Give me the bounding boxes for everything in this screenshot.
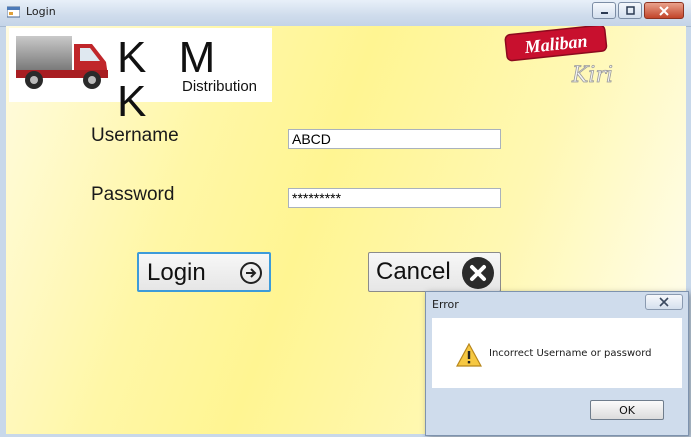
maliban-logo-graphic: Maliban Kiri xyxy=(504,24,613,88)
dialog-title: Error xyxy=(432,298,459,311)
dialog-message: Incorrect Username or password xyxy=(489,348,652,359)
dialog-close-button[interactable] xyxy=(645,294,683,310)
window-title: Login xyxy=(26,5,56,18)
close-icon xyxy=(659,5,669,16)
logo-subtitle: Distribution xyxy=(182,78,258,95)
close-window-button[interactable] xyxy=(644,2,684,19)
maximize-button[interactable] xyxy=(618,2,642,19)
close-icon xyxy=(659,297,669,307)
minimize-icon xyxy=(600,12,608,14)
login-button-label: Login xyxy=(147,259,206,286)
login-button[interactable]: Login xyxy=(137,252,271,292)
arrow-right-circle-icon xyxy=(240,262,262,284)
warning-icon xyxy=(456,343,482,367)
kmk-logo: K M K Distribution xyxy=(9,28,272,124)
truck-icon xyxy=(16,36,108,89)
username-input[interactable]: ABCD xyxy=(288,129,501,149)
maliban-logo: Maliban Kiri xyxy=(500,24,620,94)
title-bar[interactable]: Login xyxy=(0,0,691,27)
maximize-icon xyxy=(625,6,635,15)
cancel-button[interactable]: Cancel xyxy=(368,252,501,292)
error-dialog: Error Incorrect Username or password OK xyxy=(425,291,689,436)
username-label: Username xyxy=(91,125,179,146)
dialog-body: Incorrect Username or password xyxy=(432,318,682,388)
svg-text:Kiri: Kiri xyxy=(571,63,613,88)
ok-button[interactable]: OK xyxy=(590,400,664,420)
app-icon xyxy=(7,6,20,18)
password-input[interactable]: ********* xyxy=(288,188,501,208)
password-label: Password xyxy=(91,184,175,205)
minimize-button[interactable] xyxy=(592,2,616,19)
x-circle-icon xyxy=(462,257,494,289)
cancel-button-label: Cancel xyxy=(376,258,451,285)
